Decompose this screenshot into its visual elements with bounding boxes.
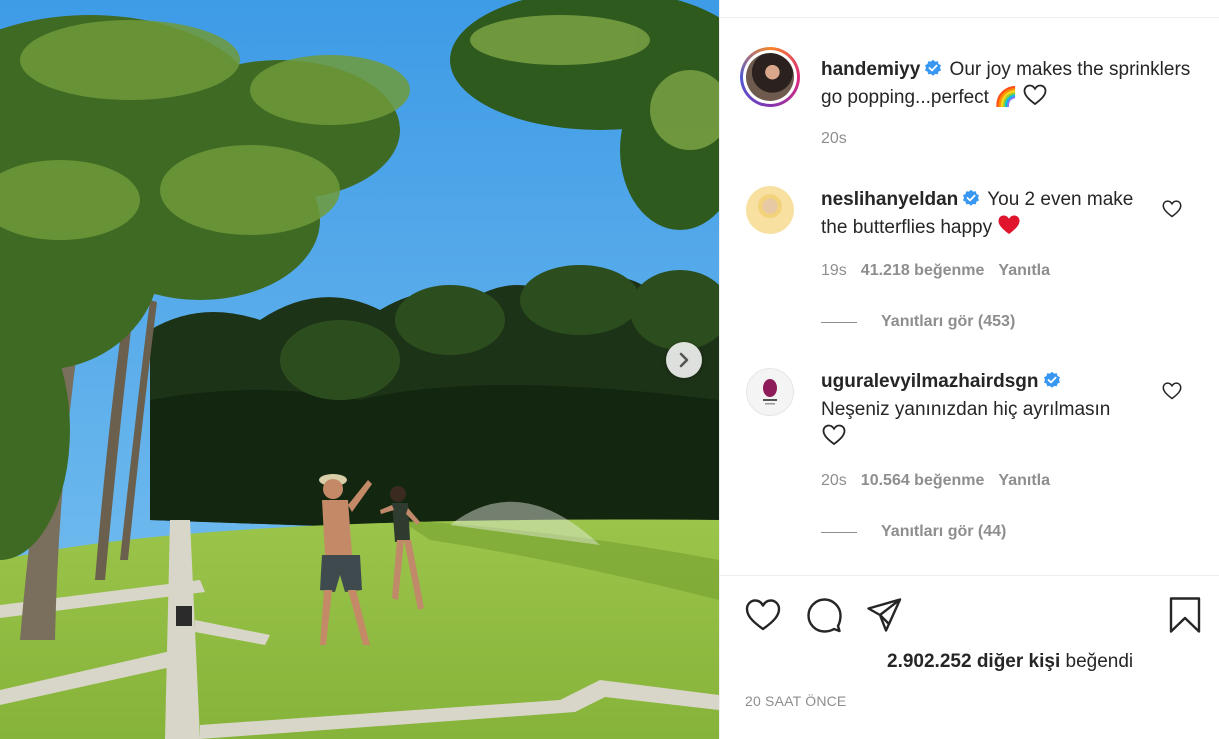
salon-logo-icon [763, 379, 777, 405]
red-heart-icon [998, 215, 1020, 234]
reply-button[interactable]: Yanıtla [998, 262, 1050, 279]
next-photo-button[interactable] [666, 342, 702, 378]
author-avatar[interactable] [740, 47, 800, 107]
post-timestamp[interactable]: 20 SAAT ÖNCE [745, 693, 846, 709]
verified-badge-icon [963, 189, 980, 206]
likes-suffix: beğendi [1065, 651, 1134, 672]
comment-username[interactable]: uguralevyilmazhairdsgn [821, 371, 1039, 392]
view-replies-button[interactable]: Yanıtları gör (44) [821, 523, 1006, 541]
comment-likes[interactable]: 10.564 beğenme [861, 472, 985, 489]
heart-outline-icon [1023, 84, 1047, 106]
like-comment-icon[interactable] [1162, 199, 1182, 219]
comment-text: Neşeniz yanınızdan hiç ayrılmasın [821, 399, 1111, 420]
heart-outline-icon [822, 424, 846, 446]
heart-icon[interactable] [744, 596, 782, 634]
comment-likes[interactable]: 41.218 beğenme [861, 262, 985, 279]
post-image [0, 0, 719, 739]
likes-count: 2.902.252 [887, 651, 972, 672]
likes-summary[interactable]: 2.902.252 diğer kişi beğendi [887, 651, 1133, 673]
comment-meta: 19s 41.218 beğenme Yanıtla [821, 262, 1050, 280]
share-icon[interactable] [865, 596, 903, 634]
post-caption: handemiyy Our joy makes the sprinklers g… [821, 56, 1191, 112]
reply-button[interactable]: Yanıtla [998, 472, 1050, 489]
comment-time[interactable]: 19s [821, 262, 847, 279]
verified-badge-icon [1043, 371, 1060, 388]
replies-divider [821, 531, 857, 533]
view-replies-label: Yanıtları gör (453) [881, 313, 1016, 330]
replies-divider [821, 321, 857, 323]
likes-others: diğer kişi [976, 651, 1061, 672]
commenter-avatar[interactable] [746, 186, 794, 234]
comment: neslihanyeldan You 2 even make the butte… [821, 186, 1161, 242]
panel-header [720, 0, 1219, 18]
caption-time[interactable]: 20s [821, 130, 847, 148]
bookmark-icon[interactable] [1166, 596, 1204, 634]
comment: uguralevyilmazhairdsgn Neşeniz yanınızda… [821, 368, 1151, 452]
chevron-right-icon [679, 352, 689, 368]
commenter-avatar[interactable] [746, 368, 794, 416]
comment-meta: 20s 10.564 beğenme Yanıtla [821, 472, 1050, 490]
view-replies-button[interactable]: Yanıtları gör (453) [821, 313, 1015, 331]
comments-section: handemiyy Our joy makes the sprinklers g… [720, 19, 1219, 575]
comment-time[interactable]: 20s [821, 472, 847, 489]
like-comment-icon[interactable] [1162, 381, 1182, 401]
verified-badge-icon [925, 59, 942, 76]
post-side-panel: handemiyy Our joy makes the sprinklers g… [719, 0, 1219, 739]
comment-username[interactable]: neslihanyeldan [821, 189, 958, 210]
comment-icon[interactable] [805, 596, 843, 634]
post-photo[interactable] [0, 0, 719, 739]
view-replies-label: Yanıtları gör (44) [881, 523, 1007, 540]
author-username[interactable]: handemiyy [821, 59, 920, 80]
post-actions: 2.902.252 diğer kişi beğendi 20 SAAT ÖNC… [720, 575, 1219, 739]
